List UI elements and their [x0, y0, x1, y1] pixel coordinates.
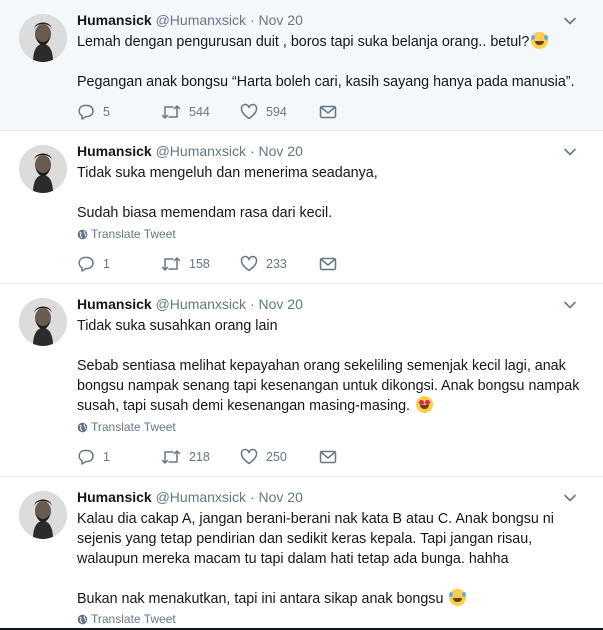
tweet-header: Humansick @Humanxsick · Nov 20: [77, 489, 303, 505]
tweet-paragraph: Tidak suka susahkan orang lain: [77, 318, 278, 334]
retweet-count: 158: [189, 257, 210, 271]
retweet-button[interactable]: 218: [161, 448, 210, 466]
like-button[interactable]: 250: [240, 448, 287, 466]
tweet-paragraph: Sudah biasa memendam rasa dari kecil.: [77, 205, 333, 221]
globe-icon: [77, 422, 88, 433]
user-handle[interactable]: @Humanxsick: [156, 12, 246, 28]
like-icon: [240, 103, 258, 120]
like-button[interactable]: 594: [240, 103, 287, 121]
tweet-header: Humansick @Humanxsick · Nov 20: [77, 12, 303, 28]
translate-tweet-link[interactable]: Translate Tweet: [77, 612, 176, 626]
display-name[interactable]: Humansick: [77, 143, 152, 159]
reply-button[interactable]: 5: [77, 103, 110, 121]
tweet-thread: Humansick @Humanxsick · Nov 20 Lemah den…: [0, 0, 603, 630]
laughing-emoji-icon: [531, 32, 549, 49]
reply-button[interactable]: 1: [77, 255, 110, 273]
tweet-header: Humansick @Humanxsick · Nov 20: [77, 143, 303, 159]
message-button[interactable]: [319, 255, 345, 273]
retweet-count: 544: [189, 105, 210, 119]
tweet-text: Tidak suka susahkan orang lain Sebab sen…: [77, 316, 587, 416]
like-icon: [240, 255, 258, 272]
display-name[interactable]: Humansick: [77, 489, 152, 505]
user-handle[interactable]: @Humanxsick: [156, 489, 246, 505]
message-icon: [319, 257, 337, 271]
like-icon: [240, 448, 258, 465]
user-handle[interactable]: @Humanxsick: [156, 143, 246, 159]
translate-tweet-link[interactable]: Translate Tweet: [77, 227, 176, 241]
tweet-timestamp[interactable]: Nov 20: [259, 489, 303, 505]
avatar[interactable]: [19, 145, 67, 193]
display-name[interactable]: Humansick: [77, 296, 152, 312]
chevron-down-icon[interactable]: [562, 490, 578, 506]
heart-eyes-emoji-icon: [415, 396, 433, 413]
reply-icon: [78, 449, 94, 465]
translate-tweet-link[interactable]: Translate Tweet: [77, 420, 176, 434]
user-handle[interactable]: @Humanxsick: [156, 296, 246, 312]
separator: ·: [249, 489, 255, 505]
tweet-text: Lemah dengan pengurusan duit , boros tap…: [77, 32, 587, 92]
tweet-paragraph: Pegangan anak bongsu “Harta boleh cari, …: [77, 74, 575, 90]
translate-label: Translate Tweet: [91, 227, 176, 241]
tweet-paragraph: Sebab sentiasa melihat kepayahan orang s…: [77, 358, 580, 414]
like-button[interactable]: 233: [240, 255, 287, 273]
reply-icon: [78, 256, 94, 272]
retweet-button[interactable]: 544: [161, 103, 210, 121]
globe-icon: [77, 229, 88, 240]
laughing-emoji-icon: [449, 589, 467, 606]
message-button[interactable]: [319, 448, 345, 466]
tweet[interactable]: Humansick @Humanxsick · Nov 20 Lemah den…: [0, 0, 603, 130]
avatar[interactable]: [19, 14, 67, 62]
retweet-count: 218: [189, 450, 210, 464]
like-count: 250: [266, 450, 287, 464]
tweet-paragraph: Lemah dengan pengurusan duit , boros tap…: [77, 34, 530, 50]
message-button[interactable]: [319, 103, 345, 121]
chevron-down-icon[interactable]: [562, 144, 578, 160]
like-count: 594: [266, 105, 287, 119]
avatar[interactable]: [19, 298, 67, 346]
chevron-down-icon[interactable]: [562, 13, 578, 29]
like-count: 233: [266, 257, 287, 271]
display-name[interactable]: Humansick: [77, 12, 152, 28]
tweet[interactable]: Humansick @Humanxsick · Nov 20 Tidak suk…: [0, 284, 603, 476]
reply-count: 5: [103, 105, 110, 119]
tweet-header: Humansick @Humanxsick · Nov 20: [77, 296, 303, 312]
separator: ·: [249, 12, 255, 28]
tweet-timestamp[interactable]: Nov 20: [259, 12, 303, 28]
reply-count: 1: [103, 450, 110, 464]
tweet-timestamp[interactable]: Nov 20: [259, 143, 303, 159]
retweet-button[interactable]: 158: [161, 255, 210, 273]
retweet-icon: [161, 105, 181, 119]
tweet-timestamp[interactable]: Nov 20: [259, 296, 303, 312]
tweet-text: Kalau dia cakap A, jangan berani-berani …: [77, 509, 587, 609]
tweet-paragraph: Tidak suka mengeluh dan menerima seadany…: [77, 165, 378, 181]
tweet-paragraph: Bukan nak menakutkan, tapi ini antara si…: [77, 591, 444, 607]
message-icon: [319, 450, 337, 464]
avatar[interactable]: [19, 491, 67, 539]
reply-icon: [78, 104, 94, 120]
separator: ·: [249, 143, 255, 159]
tweet[interactable]: Humansick @Humanxsick · Nov 20 Kalau dia…: [0, 477, 603, 630]
retweet-icon: [161, 450, 181, 464]
translate-label: Translate Tweet: [91, 420, 176, 434]
globe-icon: [77, 614, 88, 625]
reply-count: 1: [103, 257, 110, 271]
tweet-paragraph: Kalau dia cakap A, jangan berani-berani …: [77, 511, 554, 567]
translate-label: Translate Tweet: [91, 612, 176, 626]
retweet-icon: [161, 257, 181, 271]
tweet[interactable]: Humansick @Humanxsick · Nov 20 Tidak suk…: [0, 131, 603, 283]
separator: ·: [249, 296, 255, 312]
chevron-down-icon[interactable]: [562, 297, 578, 313]
tweet-text: Tidak suka mengeluh dan menerima seadany…: [77, 163, 587, 223]
reply-button[interactable]: 1: [77, 448, 110, 466]
message-icon: [319, 105, 337, 119]
